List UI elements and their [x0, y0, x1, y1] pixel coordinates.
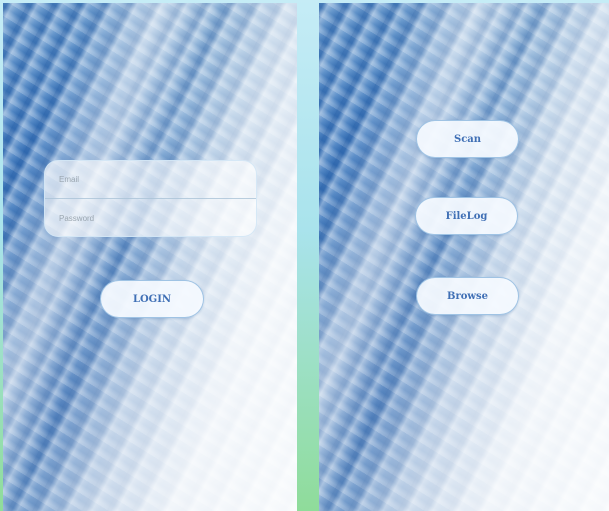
- login-button-label: LOGIN: [132, 293, 172, 305]
- menu-screen: Scan FileLog Browse: [319, 3, 609, 511]
- email-field[interactable]: [59, 175, 239, 184]
- password-field[interactable]: [59, 213, 239, 223]
- email-field-container[interactable]: [45, 161, 256, 199]
- filelog-button[interactable]: FileLog: [415, 197, 518, 235]
- scan-button-label: Scan: [453, 133, 482, 145]
- login-form: [44, 160, 257, 237]
- filelog-button-label: FileLog: [445, 210, 488, 222]
- login-button[interactable]: LOGIN: [100, 280, 204, 318]
- password-field-container[interactable]: [45, 199, 256, 237]
- login-screen: LOGIN: [3, 3, 297, 511]
- browse-button[interactable]: Browse: [416, 277, 519, 315]
- scan-button[interactable]: Scan: [416, 120, 519, 158]
- browse-button-label: Browse: [447, 290, 488, 302]
